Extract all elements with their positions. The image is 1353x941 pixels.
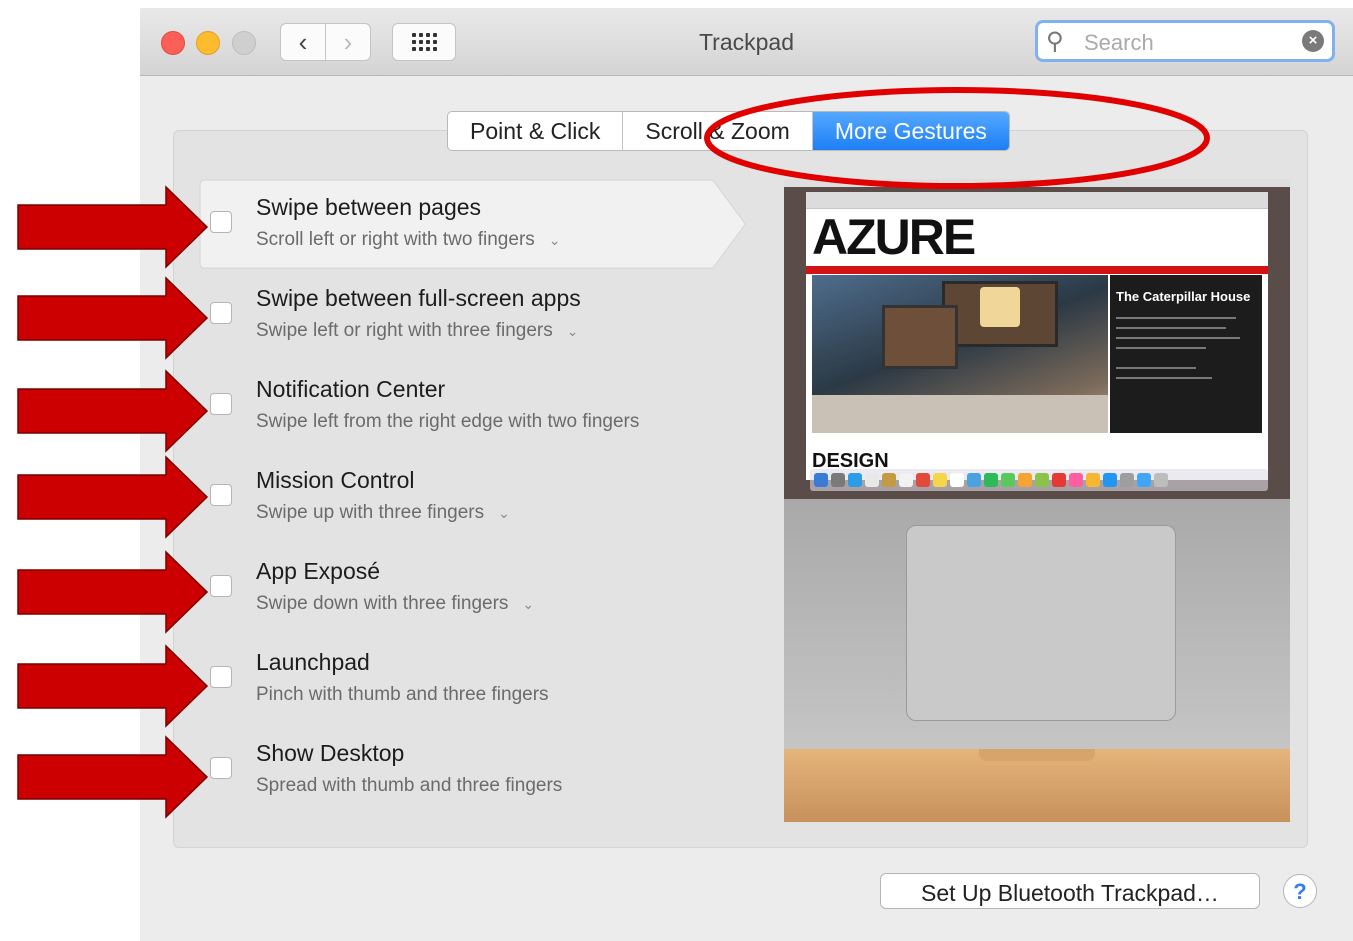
gesture-item-show-desktop[interactable]: Show Desktop Spread with thumb and three… [192, 725, 762, 815]
search-input[interactable] [1082, 29, 1296, 57]
checkbox[interactable] [210, 757, 232, 779]
preview-desk [784, 749, 1290, 822]
preview-site-logo: AZURE [812, 209, 976, 265]
title-bar: ‹ › Trackpad ⚲ × [140, 8, 1353, 76]
gesture-description-menu[interactable]: Swipe down with three fingers ⌄ [256, 593, 534, 615]
gesture-item-notification-center[interactable]: Notification Center Swipe left from the … [192, 361, 762, 451]
checkbox[interactable] [210, 575, 232, 597]
gesture-title: Swipe between pages [256, 194, 482, 220]
gesture-title: Swipe between full-screen apps [256, 285, 581, 311]
tab-point-and-click[interactable]: Point & Click [448, 112, 624, 150]
checkbox[interactable] [210, 302, 232, 324]
chevron-down-icon: ⌄ [566, 323, 579, 339]
tab-scroll-and-zoom[interactable]: Scroll & Zoom [623, 112, 813, 150]
gesture-description: Pinch with thumb and three fingers [256, 684, 549, 705]
gesture-description: Swipe left from the right edge with two … [256, 411, 640, 432]
tab-more-gestures[interactable]: More Gestures [812, 112, 1009, 150]
checkbox[interactable] [210, 666, 232, 688]
preview-hero-photo [812, 275, 1108, 433]
preview-trackpad [906, 525, 1176, 721]
selection-highlight [199, 179, 746, 269]
checkbox[interactable] [210, 484, 232, 506]
checkbox[interactable] [210, 393, 232, 415]
gesture-description: Spread with thumb and three fingers [256, 775, 563, 796]
preview-dock [810, 469, 1268, 491]
chevron-down-icon: ⌄ [522, 596, 535, 612]
gesture-item-swipe-between-pages[interactable]: Swipe between pages Scroll left or right… [192, 179, 762, 269]
set-up-bluetooth-trackpad-button[interactable]: Set Up Bluetooth Trackpad… [880, 873, 1260, 909]
gesture-item-swipe-full-screen-apps[interactable]: Swipe between full-screen apps Swipe lef… [192, 270, 762, 360]
gesture-title: Show Desktop [256, 740, 405, 766]
chevron-down-icon: ⌄ [548, 232, 561, 248]
gesture-item-app-expose[interactable]: App Exposé Swipe down with three fingers… [192, 543, 762, 633]
preview-browser-window: AZURE The Caterpillar House DESIGN [806, 192, 1268, 480]
preview-article-card: The Caterpillar House [1110, 275, 1262, 433]
chevron-down-icon: ⌄ [498, 505, 510, 521]
gesture-description-menu[interactable]: Swipe up with three fingers ⌄ [256, 502, 510, 524]
gesture-title: App Exposé [256, 558, 381, 584]
preview-menu-bar [784, 179, 1290, 187]
system-preferences-window: ‹ › Trackpad ⚲ × Point & Click Scroll & … [140, 8, 1353, 941]
help-button[interactable]: ? [1283, 874, 1317, 908]
preview-screen: AZURE The Caterpillar House DESIGN [784, 179, 1290, 499]
gesture-title: Mission Control [256, 467, 415, 493]
tab-bar: Point & Click Scroll & Zoom More Gesture… [447, 111, 1010, 151]
checkbox[interactable] [210, 211, 232, 233]
gesture-title: Launchpad [256, 649, 370, 675]
gesture-description-menu[interactable]: Scroll left or right with two fingers ⌄ [256, 229, 561, 251]
search-icon: ⚲ [1046, 28, 1064, 55]
gesture-title: Notification Center [256, 376, 446, 402]
gesture-description-menu[interactable]: Swipe left or right with three fingers ⌄ [256, 320, 578, 342]
gesture-item-launchpad[interactable]: Launchpad Pinch with thumb and three fin… [192, 634, 762, 724]
search-field[interactable]: ⚲ × [1035, 20, 1335, 62]
clear-search-icon[interactable]: × [1302, 30, 1324, 52]
gesture-item-mission-control[interactable]: Mission Control Swipe up with three fing… [192, 452, 762, 542]
preview-article-title: The Caterpillar House [1116, 289, 1251, 304]
gesture-preview-image: AZURE The Caterpillar House DESIGN [784, 179, 1290, 822]
